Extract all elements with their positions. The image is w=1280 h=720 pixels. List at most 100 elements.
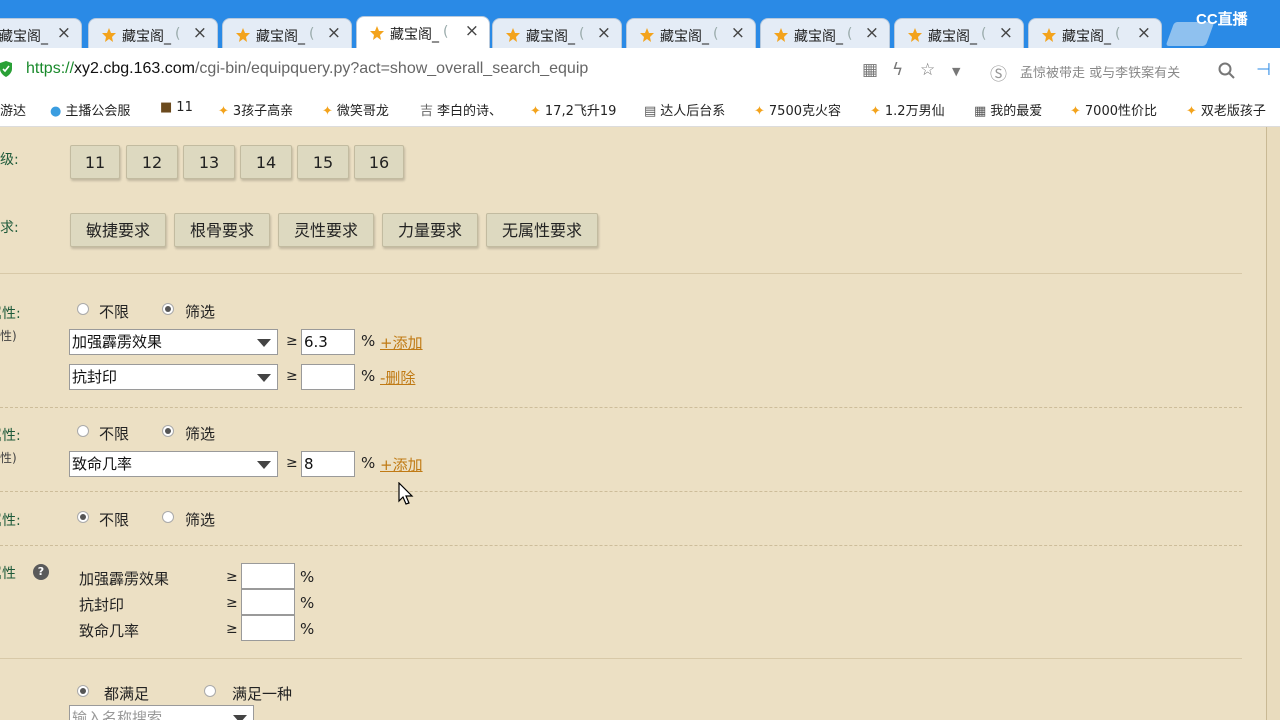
tab-8[interactable]: 藏宝阁_ ( ×: [894, 18, 1024, 50]
percent-sign: %: [300, 594, 315, 612]
bookmark[interactable]: 吉李白的诗、: [420, 100, 502, 119]
bookmark[interactable]: ✦ 7500克火容: [754, 100, 841, 119]
level-button-14[interactable]: 14: [240, 145, 292, 179]
chevron-down-icon[interactable]: ▼: [952, 65, 960, 78]
bookmark-label: 李白的诗、: [437, 104, 503, 119]
agility-requirement-button[interactable]: 敏捷要求: [70, 213, 166, 247]
tab-2[interactable]: 藏宝阁_ ( ×: [88, 18, 218, 50]
bookmark-label: 1.2万男仙: [884, 104, 945, 119]
level-button-12[interactable]: 12: [126, 145, 178, 179]
attr1-radio-unlimited-label: 不限: [99, 303, 130, 321]
help-icon[interactable]: ?: [33, 564, 49, 580]
select-placeholder: 输入名称搜索: [72, 709, 163, 720]
bookmark[interactable]: ✦ 3孩子高亲: [218, 100, 293, 119]
attr4-value-input-3[interactable]: [241, 615, 295, 641]
avatar-icon: ■: [160, 100, 173, 115]
constitution-requirement-button[interactable]: 根骨要求: [174, 213, 270, 247]
attr2-select-1[interactable]: 致命几率: [69, 451, 278, 477]
attr2-radio-filter[interactable]: [162, 425, 174, 437]
level-button-16[interactable]: 16: [354, 145, 404, 179]
close-icon[interactable]: ×: [865, 23, 879, 43]
tab-title: 藏宝阁_: [1062, 29, 1111, 45]
level-button-13[interactable]: 13: [183, 145, 235, 179]
close-icon[interactable]: ×: [193, 23, 207, 43]
divider: [0, 658, 1242, 659]
tab-title: 藏宝阁_: [0, 29, 48, 45]
attr1-value-input-1[interactable]: 6.3: [301, 329, 355, 355]
lightning-icon[interactable]: ϟ: [892, 60, 903, 80]
bookmark-label: 3孩子高亲: [232, 104, 294, 119]
bookmark[interactable]: ✦ 7000性价比: [1070, 100, 1157, 119]
attr1-label: 属性:: [0, 306, 21, 322]
bookmark[interactable]: 游达: [0, 100, 26, 119]
bookmark[interactable]: ✦ 1.2万男仙: [870, 100, 945, 119]
mouse-cursor-icon: [398, 482, 414, 505]
tab-7[interactable]: 藏宝阁_ ( ×: [760, 18, 890, 50]
treasure-icon: [1042, 28, 1056, 42]
attr2-radio-unlimited[interactable]: [77, 425, 89, 437]
attr2-value-input-1[interactable]: 8: [301, 451, 355, 477]
close-icon[interactable]: ×: [731, 23, 745, 43]
close-icon[interactable]: ×: [327, 23, 341, 43]
tab-3[interactable]: 藏宝阁_ ( ×: [222, 18, 352, 50]
attr1-value-input-2[interactable]: [301, 364, 355, 390]
bookmark[interactable]: ■ 11: [160, 100, 193, 115]
attr1-radio-unlimited[interactable]: [77, 303, 89, 315]
tab-9[interactable]: 藏宝阁_ ( ×: [1028, 18, 1162, 50]
url-host: xy2.cbg.163.com: [74, 60, 195, 77]
attr1-select-2[interactable]: 抗封印: [69, 364, 278, 390]
attr3-radio-unlimited[interactable]: [77, 511, 89, 523]
tab-5[interactable]: 藏宝阁_ ( ×: [492, 18, 622, 50]
strength-requirement-button[interactable]: 力量要求: [382, 213, 478, 247]
tab-title: 藏宝阁_: [660, 29, 709, 45]
tab-title: 藏宝阁_: [256, 29, 305, 45]
treasure-icon: [102, 28, 116, 42]
close-icon[interactable]: ×: [999, 23, 1013, 43]
close-icon[interactable]: ×: [57, 23, 71, 43]
close-icon[interactable]: ×: [465, 21, 479, 41]
bookmark[interactable]: ✦ 微笑哥龙: [322, 100, 389, 119]
level-button-11[interactable]: 11: [70, 145, 120, 179]
bookmark-label: 7500克火容: [768, 104, 841, 119]
level-button-15[interactable]: 15: [297, 145, 349, 179]
attr2-radio-filter-label: 筛选: [185, 425, 216, 443]
tab-4[interactable]: 藏宝阁_ ( ×: [356, 16, 490, 50]
attr3-radio-filter[interactable]: [162, 511, 174, 523]
bookmark[interactable]: ✦ 双老版孩子: [1186, 100, 1266, 119]
close-icon[interactable]: ×: [1137, 23, 1151, 43]
attr4-value-input-2[interactable]: [241, 589, 295, 615]
tab-title: 藏宝阁_: [794, 29, 843, 45]
extension-icon[interactable]: ⊣: [1256, 60, 1271, 80]
search-hint[interactable]: 孟惊被带走 或与李铁案有关: [1020, 62, 1180, 81]
bookmark[interactable]: ▤ 达人后台系: [644, 100, 725, 119]
match-one-radio[interactable]: [204, 685, 216, 697]
attr1-sub: 属性): [0, 329, 17, 343]
qr-code-icon[interactable]: ▦: [862, 60, 878, 80]
scrollbar[interactable]: [1266, 127, 1280, 720]
chevron-down-icon: [257, 374, 271, 382]
attribute-search-select[interactable]: 输入名称搜索: [69, 705, 254, 720]
bookmark[interactable]: ▦ 我的最爱: [974, 100, 1042, 119]
bookmark[interactable]: ● 主播公会服: [50, 100, 130, 119]
star-icon[interactable]: ☆: [920, 60, 935, 80]
attr1-select-1[interactable]: 加强霹雳效果: [69, 329, 278, 355]
add-attribute-link[interactable]: +添加: [380, 332, 423, 353]
tab-1[interactable]: 藏宝阁_ ×: [0, 18, 82, 50]
tab-6[interactable]: 藏宝阁_ ( ×: [626, 18, 756, 50]
close-icon[interactable]: ×: [597, 23, 611, 43]
no-attribute-requirement-button[interactable]: 无属性要求: [486, 213, 598, 247]
attr1-radio-filter[interactable]: [162, 303, 174, 315]
bookmark[interactable]: ✦ 17,2飞升19: [530, 100, 616, 119]
attr4-label: 属性: [0, 566, 16, 582]
ge-sign: ≥: [226, 569, 238, 585]
search-form: 等级: 11 12 13 14 15 16 要求: 敏捷要求 根骨要求 灵性要求…: [0, 127, 1265, 720]
match-all-radio[interactable]: [77, 685, 89, 697]
search-engine-icon[interactable]: Ⓢ: [990, 60, 1007, 85]
spirit-requirement-button[interactable]: 灵性要求: [278, 213, 374, 247]
delete-attribute-link[interactable]: -删除: [380, 367, 415, 388]
attr4-value-input-1[interactable]: [241, 563, 295, 589]
bookmark-label: 达人后台系: [660, 104, 726, 119]
add-attribute-link[interactable]: +添加: [380, 454, 423, 475]
url-field[interactable]: https://xy2.cbg.163.com/cgi-bin/equipque…: [26, 60, 588, 78]
search-icon[interactable]: [1218, 62, 1236, 80]
